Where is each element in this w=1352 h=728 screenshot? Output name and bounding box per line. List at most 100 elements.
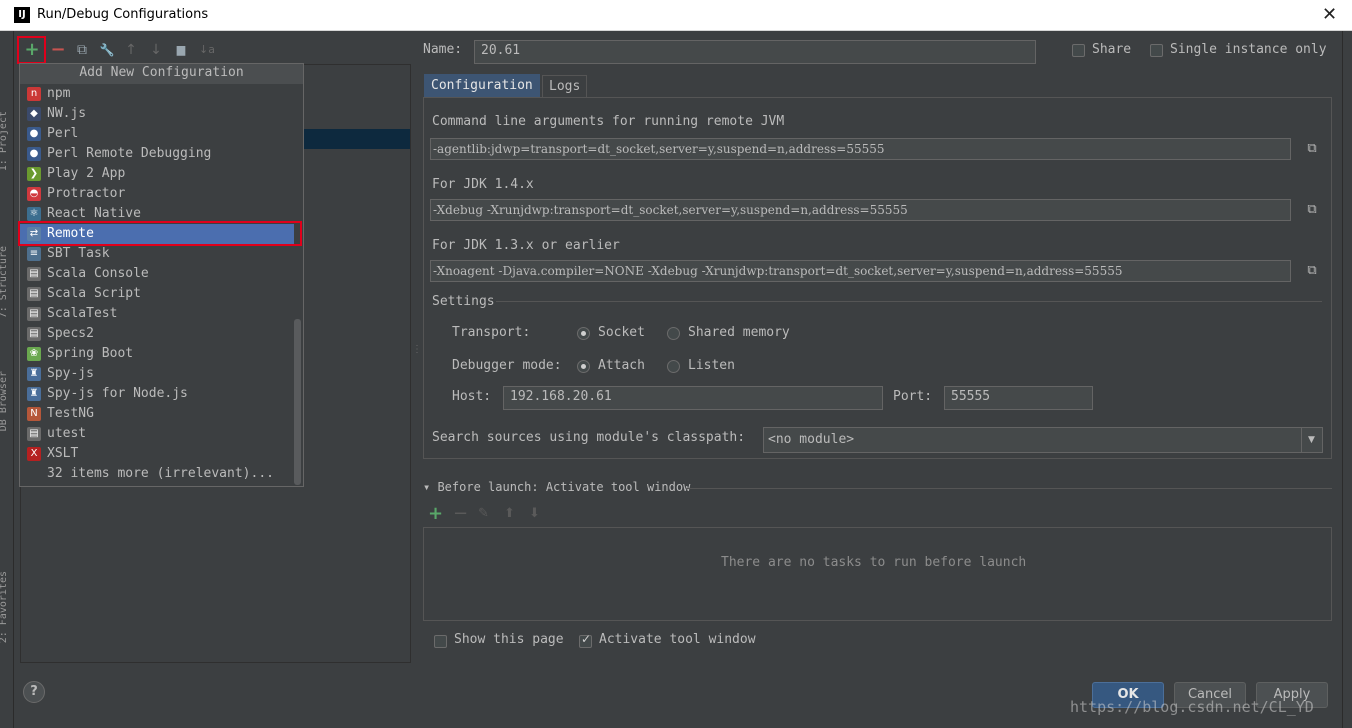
popup-item-label: TestNG	[47, 406, 94, 421]
module-select[interactable]: <no module>	[763, 427, 1323, 453]
before-launch-toggle[interactable]: ▾ Before launch: Activate tool window	[423, 480, 690, 494]
host-field[interactable]: 192.168.20.61	[503, 386, 883, 410]
popup-item-npm[interactable]: n npm	[20, 84, 294, 104]
add-button-highlight	[17, 36, 46, 64]
activate-tool-window-checkbox[interactable]	[579, 632, 592, 648]
transport-shared-radio[interactable]	[667, 327, 680, 340]
tab-configuration[interactable]: Configuration	[424, 74, 540, 97]
wrench-icon[interactable]: 🔧	[97, 39, 117, 61]
module-classpath-label: Search sources using module's classpath:	[432, 430, 746, 445]
right-tool-strip	[1342, 31, 1352, 728]
help-button[interactable]: ?	[23, 681, 45, 703]
specs2-icon: ▤	[27, 327, 41, 341]
popup-item-label: SBT Task	[47, 246, 110, 261]
transport-socket-label: Socket	[598, 325, 645, 340]
popup-item-spy-js[interactable]: ♜ Spy-js	[20, 364, 294, 384]
tool-window-favorites[interactable]: 2: Favorites	[0, 571, 9, 643]
cmd-args-field[interactable]: -agentlib:jdwp=transport=dt_socket,serve…	[430, 138, 1291, 160]
before-launch-title: Before launch: Activate tool window	[437, 480, 691, 494]
spring-boot-icon: ❀	[27, 347, 41, 361]
activate-tool-window-label: Activate tool window	[599, 632, 756, 647]
copy-jdk13-icon[interactable]: ⧉	[1301, 260, 1323, 282]
transport-label: Transport:	[452, 325, 531, 340]
folder-icon[interactable]: ▆	[171, 39, 191, 61]
popup-item-label: Perl	[47, 126, 79, 141]
edit-task-icon[interactable]: ✎	[478, 506, 489, 521]
tab-logs[interactable]: Logs	[542, 75, 588, 98]
close-icon[interactable]: ✕	[1322, 4, 1337, 25]
popup-item-testng[interactable]: N TestNG	[20, 404, 294, 424]
debugger-listen-radio[interactable]	[667, 360, 680, 373]
tool-window-db-browser[interactable]: DB Browser	[0, 371, 9, 431]
popup-item-label: Perl Remote Debugging	[47, 146, 212, 161]
transport-socket-radio[interactable]	[577, 327, 590, 340]
debugger-mode-label: Debugger mode:	[452, 358, 562, 373]
spyjs-node-icon: ♜	[27, 387, 41, 401]
jdk13-label: For JDK 1.3.x or earlier	[432, 238, 620, 253]
tool-window-structure[interactable]: 7: Structure	[0, 246, 9, 318]
popup-item-spring-boot[interactable]: ❀ Spring Boot	[20, 344, 294, 364]
jdk13-field[interactable]: -Xnoagent -Djava.compiler=NONE -Xdebug -…	[430, 260, 1291, 282]
popup-scrollbar[interactable]	[294, 319, 301, 485]
popup-item-label: Spy-js	[47, 366, 94, 381]
popup-item-xslt[interactable]: X XSLT	[20, 444, 294, 464]
popup-item-scalatest[interactable]: ▤ ScalaTest	[20, 304, 294, 324]
copy-jdk14-icon[interactable]: ⧉	[1301, 199, 1323, 221]
move-down-icon[interactable]: ↓	[146, 39, 166, 61]
show-page-checkbox[interactable]	[434, 635, 447, 648]
jdk14-field[interactable]: -Xdebug -Xrunjdwp:transport=dt_socket,se…	[430, 199, 1291, 221]
popup-item-sbt-task[interactable]: ≡ SBT Task	[20, 244, 294, 264]
popup-item-nw-js[interactable]: ◆ NW.js	[20, 104, 294, 124]
remove-icon[interactable]: −	[48, 39, 68, 61]
popup-item-label: 32 items more (irrelevant)...	[47, 466, 274, 481]
move-up-icon[interactable]: ↑	[121, 39, 141, 61]
protractor-icon: ◓	[27, 187, 41, 201]
settings-label: Settings	[432, 294, 495, 309]
share-checkbox[interactable]	[1072, 44, 1085, 57]
name-field[interactable]: 20.61	[474, 40, 1036, 64]
copy-icon[interactable]: ⧉	[72, 39, 92, 61]
move-task-down-icon[interactable]: ⬇	[529, 506, 540, 521]
splitter-handle[interactable]: ⋮	[412, 344, 422, 355]
jdk14-label: For JDK 1.4.x	[432, 177, 534, 192]
popup-item-protractor[interactable]: ◓ Protractor	[20, 184, 294, 204]
popup-item-scala-console[interactable]: ▤ Scala Console	[20, 264, 294, 284]
remove-task-icon[interactable]: −	[453, 503, 468, 524]
sort-icon[interactable]: ↓a	[197, 39, 217, 61]
scalatest-icon: ▤	[27, 307, 41, 321]
popup-item-perl[interactable]: ● Perl	[20, 124, 294, 144]
show-page-label: Show this page	[454, 632, 564, 647]
port-field[interactable]: 55555	[944, 386, 1093, 410]
spyjs-icon: ♜	[27, 367, 41, 381]
debugger-attach-radio[interactable]	[577, 360, 590, 373]
popup-item-play-2-app[interactable]: ❯ Play 2 App	[20, 164, 294, 184]
single-instance-checkbox[interactable]	[1150, 44, 1163, 57]
popup-item-label: Scala Script	[47, 286, 141, 301]
before-launch-separator	[686, 488, 1332, 489]
host-label: Host:	[452, 389, 492, 404]
popup-item-perl-remote-debugging[interactable]: ● Perl Remote Debugging	[20, 144, 294, 164]
popup-header: Add New Configuration	[20, 64, 303, 84]
tree-selected-row[interactable]	[302, 129, 410, 149]
left-tool-strip: 1: Project 7: Structure DB Browser 2: Fa…	[0, 31, 14, 728]
popup-item-scala-script[interactable]: ▤ Scala Script	[20, 284, 294, 304]
popup-item-utest[interactable]: ▤ utest	[20, 424, 294, 444]
react-icon: ⚛	[27, 207, 41, 221]
window-title: Run/Debug Configurations	[37, 7, 209, 22]
popup-item-32-items-more-irrelevant[interactable]: 32 items more (irrelevant)...	[20, 464, 294, 484]
copy-cmd-icon[interactable]: ⧉	[1301, 138, 1323, 160]
popup-item-label: Spy-js for Node.js	[47, 386, 188, 401]
scala-script-icon: ▤	[27, 287, 41, 301]
debugger-listen-label: Listen	[688, 358, 735, 373]
chevron-down-icon[interactable]: ▼	[1301, 428, 1321, 452]
popup-item-spy-js-for-node-js[interactable]: ♜ Spy-js for Node.js	[20, 384, 294, 404]
play-icon: ❯	[27, 167, 41, 181]
move-task-up-icon[interactable]: ⬆	[504, 506, 515, 521]
intellij-icon: IJ	[14, 7, 30, 23]
popup-item-specs2[interactable]: ▤ Specs2	[20, 324, 294, 344]
tool-window-project[interactable]: 1: Project	[0, 111, 9, 171]
name-label: Name:	[423, 42, 463, 57]
add-task-icon[interactable]: +	[428, 503, 443, 524]
popup-item-label: Spring Boot	[47, 346, 134, 361]
no-tasks-text: There are no tasks to run before launch	[721, 555, 1027, 570]
